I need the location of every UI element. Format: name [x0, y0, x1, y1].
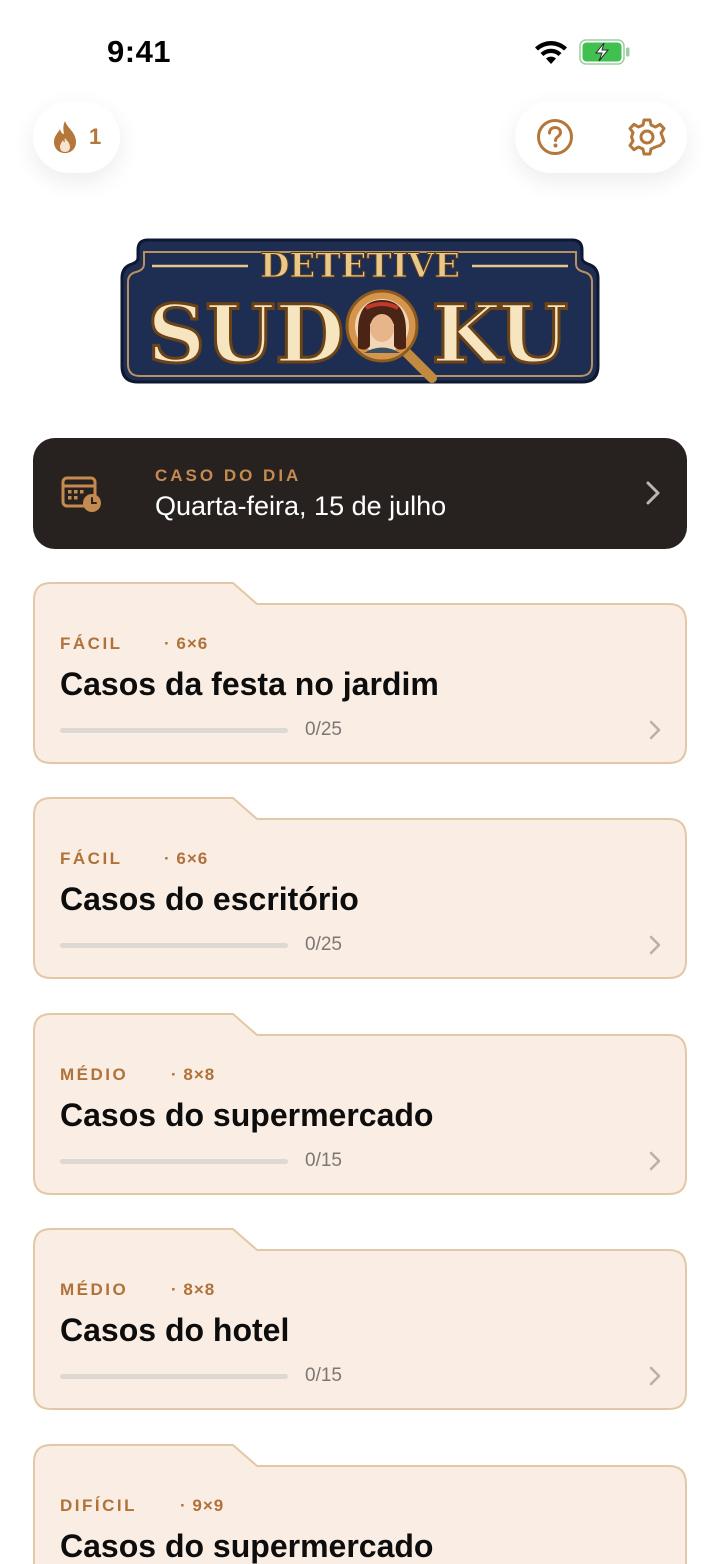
- case-folder-card[interactable]: FÁCIL · 6×6 Casos do escritório 0/25: [33, 797, 687, 979]
- help-button[interactable]: [535, 117, 575, 157]
- settings-button[interactable]: [627, 117, 667, 157]
- game-logo: DETETIVE SUD KU: [118, 236, 602, 386]
- progress-text: 0/15: [305, 1365, 342, 1386]
- battery-charging-icon: [579, 39, 630, 65]
- progress-bar: [60, 728, 288, 733]
- logo-line2-right: KU: [432, 287, 568, 381]
- status-time: 9:41: [107, 34, 172, 69]
- difficulty-label: FÁCIL: [60, 634, 123, 653]
- case-title: Casos do supermercado: [60, 1097, 434, 1133]
- progress-bar: [60, 1374, 288, 1379]
- daily-case-date: Quarta-feira, 15 de julho: [155, 491, 447, 521]
- daily-case-caption: CASO DO DIA: [155, 466, 302, 485]
- logo-line1: DETETIVE: [260, 246, 460, 286]
- grid-size-label: · 9×9: [180, 1496, 225, 1515]
- progress-text: 0/25: [305, 719, 342, 740]
- streak-count: 1: [89, 124, 102, 149]
- case-title: Casos do hotel: [60, 1312, 290, 1348]
- progress-bar: [60, 943, 288, 948]
- difficulty-label: DIFÍCIL: [60, 1496, 137, 1515]
- wifi-icon: [535, 41, 567, 64]
- grid-size-label: · 8×8: [171, 1065, 216, 1084]
- case-title: Casos do escritório: [60, 881, 359, 917]
- logo-line2-left: SUD: [148, 287, 345, 381]
- grid-size-label: · 6×6: [164, 634, 209, 653]
- chevron-right-icon: [649, 935, 661, 955]
- grid-size-label: · 8×8: [171, 1280, 216, 1299]
- difficulty-label: MÉDIO: [60, 1280, 129, 1299]
- progress-text: 0/15: [305, 1150, 342, 1171]
- gear-icon: [628, 118, 666, 156]
- case-title: Casos da festa no jardim: [60, 666, 439, 702]
- progress-bar: [60, 1159, 288, 1164]
- progress-text: 0/25: [305, 934, 342, 955]
- flame-icon: [54, 121, 76, 153]
- chevron-right-icon: [649, 1366, 661, 1386]
- daily-case-banner[interactable]: CASO DO DIA Quarta-feira, 15 de julho: [33, 438, 687, 549]
- chevron-right-icon: [646, 481, 660, 505]
- case-title: Casos do supermercado: [60, 1528, 434, 1564]
- top-actions: [515, 101, 687, 173]
- case-folder-card[interactable]: FÁCIL · 6×6 Casos da festa no jardim 0/2…: [33, 582, 687, 764]
- streak-counter[interactable]: 1: [33, 101, 120, 173]
- case-folder-card[interactable]: MÉDIO · 8×8 Casos do hotel 0/15: [33, 1228, 687, 1410]
- status-bar: 9:41: [0, 0, 720, 100]
- calendar-clock-icon: [61, 476, 101, 512]
- chevron-right-icon: [649, 1151, 661, 1171]
- difficulty-label: FÁCIL: [60, 849, 123, 868]
- case-folder-card[interactable]: MÉDIO · 8×8 Casos do supermercado 0/15: [33, 1013, 687, 1195]
- grid-size-label: · 6×6: [164, 849, 209, 868]
- difficulty-label: MÉDIO: [60, 1065, 129, 1084]
- chevron-right-icon: [649, 720, 661, 740]
- case-folder-card[interactable]: DIFÍCIL · 9×9 Casos do supermercado: [33, 1444, 687, 1564]
- question-circle-icon: [537, 119, 573, 155]
